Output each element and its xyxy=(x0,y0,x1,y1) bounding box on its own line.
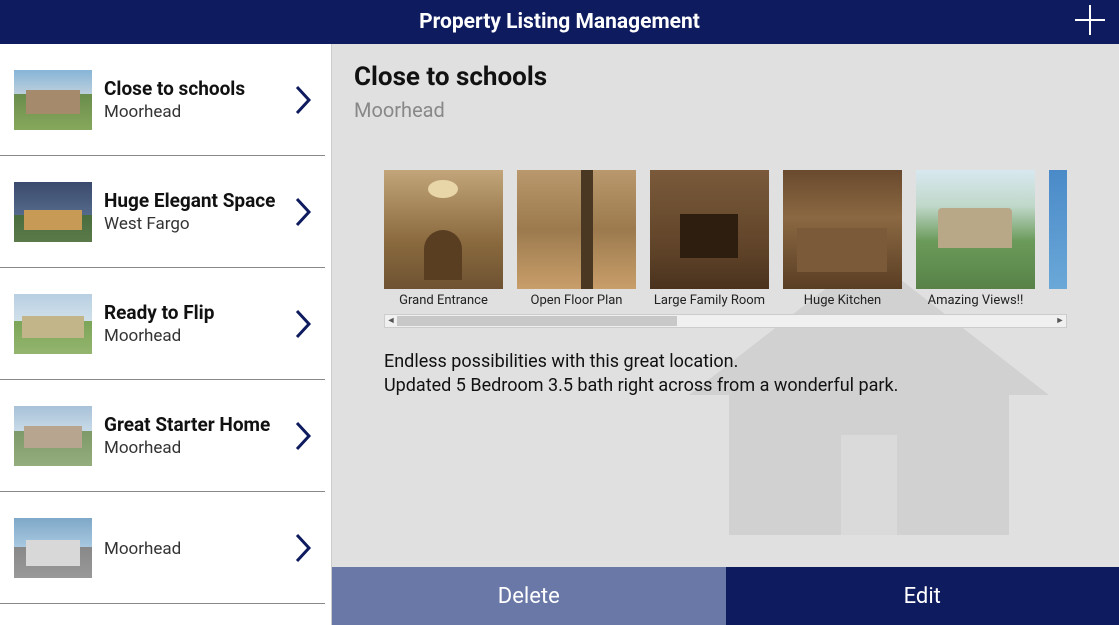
gallery-caption: Grand Entrance xyxy=(384,293,503,308)
listing-thumbnail xyxy=(14,294,92,354)
scroll-thumb[interactable] xyxy=(397,316,677,326)
listing-thumbnail xyxy=(14,406,92,466)
add-listing-button[interactable] xyxy=(1073,3,1107,41)
listing-location: West Fargo xyxy=(104,214,289,234)
chevron-right-icon xyxy=(293,83,315,117)
gallery-thumbnail xyxy=(783,170,902,289)
gallery-scrollbar[interactable]: ◄ ► xyxy=(384,314,1067,328)
gallery-thumbnail xyxy=(650,170,769,289)
listing-sidebar[interactable]: Close to schools Moorhead Huge Elegant S… xyxy=(0,44,332,625)
gallery-item[interactable]: Open Floor Plan xyxy=(517,170,636,308)
gallery-caption: Amazing Views!! xyxy=(916,293,1035,308)
plus-icon xyxy=(1073,3,1107,37)
delete-button[interactable]: Delete xyxy=(332,567,726,625)
listing-title: Close to schools xyxy=(104,77,289,100)
listing-location: Moorhead xyxy=(104,539,289,559)
listing-title: Huge Elegant Space xyxy=(104,189,289,212)
listing-thumbnail xyxy=(14,182,92,242)
scroll-right-icon[interactable]: ► xyxy=(1054,315,1066,327)
gallery-thumbnail xyxy=(916,170,1035,289)
listing-thumbnail xyxy=(14,70,92,130)
scroll-left-icon[interactable]: ◄ xyxy=(385,315,397,327)
action-bar: Delete Edit xyxy=(332,567,1119,625)
detail-description: Endless possibilities with this great lo… xyxy=(332,328,1119,567)
gallery-caption: Open Floor Plan xyxy=(517,293,636,308)
listing-item[interactable]: Close to schools Moorhead xyxy=(0,44,325,156)
app-header: Property Listing Management xyxy=(0,0,1119,44)
chevron-right-icon xyxy=(293,531,315,565)
listing-location: Moorhead xyxy=(104,326,289,346)
listing-item[interactable]: Moorhead xyxy=(0,492,325,604)
gallery-item[interactable]: Amazing Views!! xyxy=(916,170,1035,308)
listing-item[interactable]: Huge Elegant Space West Fargo xyxy=(0,156,325,268)
listing-title: Great Starter Home xyxy=(104,413,289,436)
listing-item[interactable]: Ready to Flip Moorhead xyxy=(0,268,325,380)
gallery-item[interactable]: Large Family Room xyxy=(650,170,769,308)
photo-gallery: Grand Entrance Open Floor Plan Large Fam… xyxy=(332,170,1119,328)
detail-location: Moorhead xyxy=(354,98,1097,122)
chevron-right-icon xyxy=(293,195,315,229)
gallery-item[interactable]: Grand Entrance xyxy=(384,170,503,308)
listing-item[interactable]: Great Starter Home Moorhead xyxy=(0,380,325,492)
gallery-thumbnail xyxy=(1049,170,1067,289)
gallery-thumbnail xyxy=(517,170,636,289)
gallery-caption: Huge Kitchen xyxy=(783,293,902,308)
chevron-right-icon xyxy=(293,307,315,341)
listing-location: Moorhead xyxy=(104,102,289,122)
gallery-caption: Large Family Room xyxy=(650,293,769,308)
chevron-right-icon xyxy=(293,419,315,453)
app-title: Property Listing Management xyxy=(419,10,700,34)
detail-panel: Close to schools Moorhead Grand Entrance… xyxy=(332,44,1119,625)
listing-title: Ready to Flip xyxy=(104,301,289,324)
gallery-item[interactable]: Huge Kitchen xyxy=(783,170,902,308)
listing-location: Moorhead xyxy=(104,438,289,458)
detail-title: Close to schools xyxy=(354,62,1097,92)
listing-thumbnail xyxy=(14,518,92,578)
gallery-item[interactable] xyxy=(1049,170,1067,308)
edit-button[interactable]: Edit xyxy=(726,567,1119,625)
gallery-thumbnail xyxy=(384,170,503,289)
